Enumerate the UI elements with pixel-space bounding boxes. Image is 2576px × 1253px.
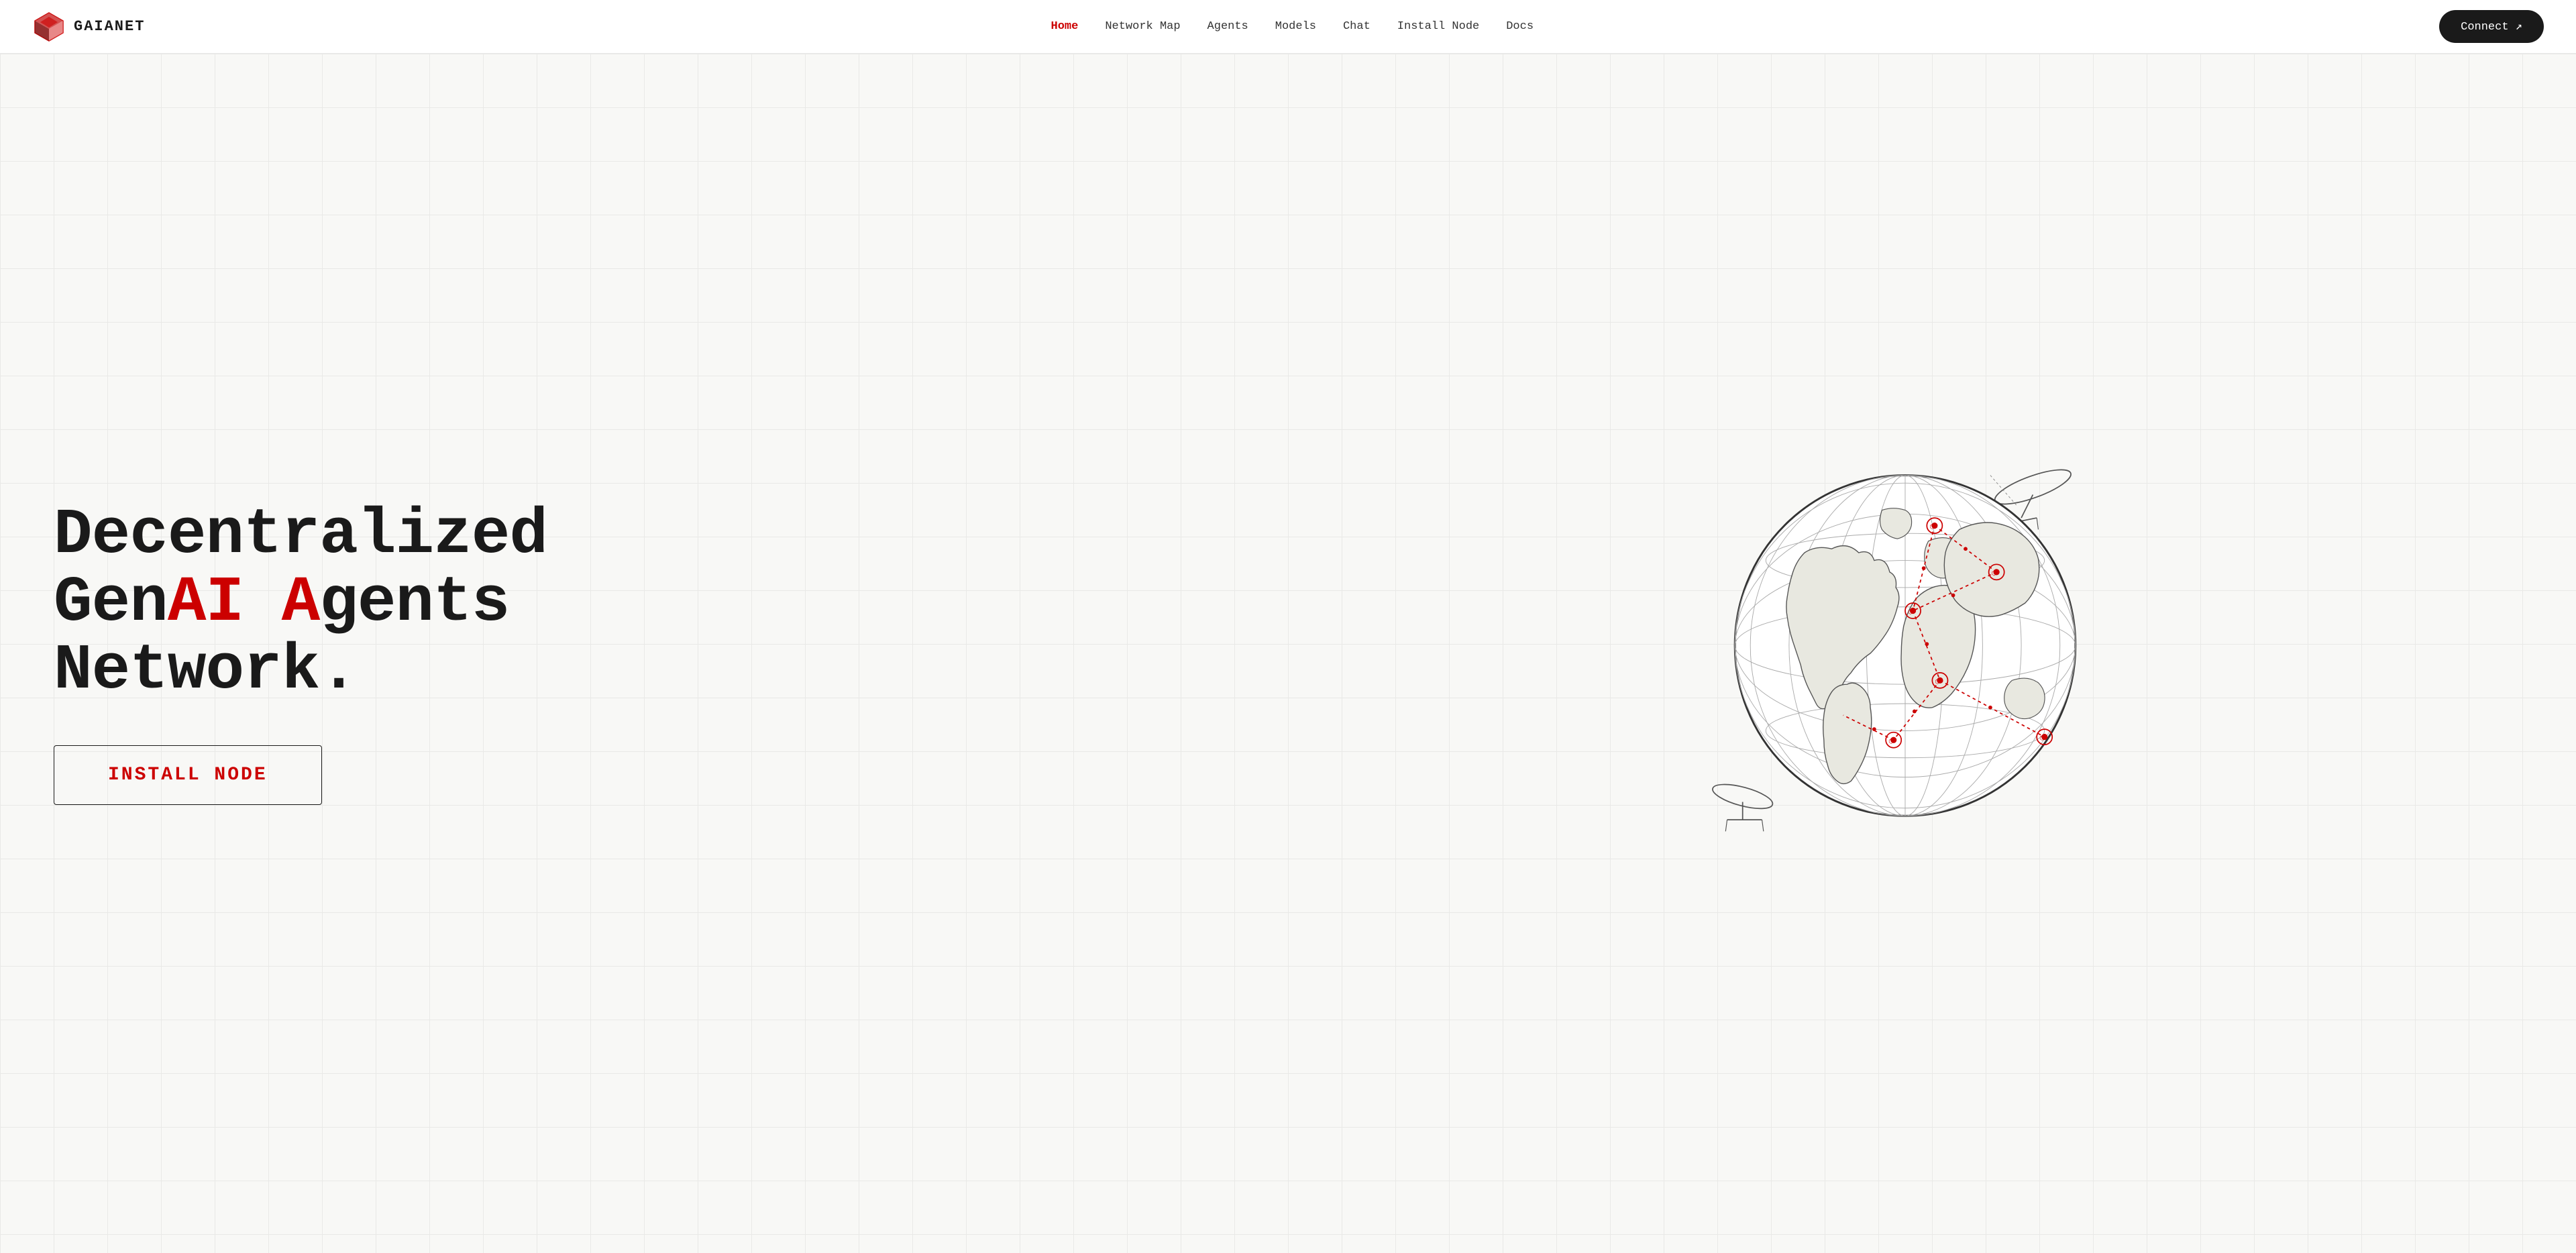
globe-container: ⬡ ⬡ ⬡ ⬡ ⬡ ⬡ <box>1704 452 2106 855</box>
nav-item-home[interactable]: Home <box>1051 20 1079 33</box>
logo-area[interactable]: GAIANET <box>32 10 145 44</box>
hero-agents-suffix: gents <box>319 566 509 639</box>
hero-content: Decentralized GenAI Agents Network. INST… <box>54 502 1288 804</box>
svg-text:⬡: ⬡ <box>1929 523 1935 531</box>
hero-genai-prefix: Gen <box>54 566 168 639</box>
svg-text:⬡: ⬡ <box>1908 608 1913 616</box>
nav-item-network-map[interactable]: Network Map <box>1105 20 1180 33</box>
nav-link-network-map[interactable]: Network Map <box>1105 20 1180 33</box>
logo-text: GAIANET <box>74 18 145 35</box>
navbar: GAIANET Home Network Map Agents Models C… <box>0 0 2576 54</box>
globe-svg: ⬡ ⬡ ⬡ ⬡ ⬡ ⬡ <box>1704 452 2106 855</box>
nav-links: Home Network Map Agents Models Chat Inst… <box>1051 20 1534 33</box>
satellite-bottom <box>1711 779 1775 831</box>
nav-item-install-node[interactable]: Install Node <box>1397 20 1479 33</box>
connect-button[interactable]: Connect ↗ <box>2439 10 2544 43</box>
nav-link-agents[interactable]: Agents <box>1208 20 1248 33</box>
install-node-button[interactable]: INSTALL NODE <box>54 745 322 805</box>
hero-section: Decentralized GenAI Agents Network. INST… <box>0 54 2576 1253</box>
nav-item-chat[interactable]: Chat <box>1343 20 1371 33</box>
hero-title-line3: Network. <box>54 634 358 707</box>
svg-text:⬡: ⬡ <box>1992 569 1997 577</box>
logo-icon <box>32 10 66 44</box>
hero-visual: ⬡ ⬡ ⬡ ⬡ ⬡ ⬡ <box>1288 452 2522 855</box>
hero-agents-highlight: A <box>282 566 320 639</box>
nav-item-docs[interactable]: Docs <box>1506 20 1534 33</box>
svg-text:⬡: ⬡ <box>1935 678 1940 686</box>
nav-item-agents[interactable]: Agents <box>1208 20 1248 33</box>
svg-text:⬡: ⬡ <box>2039 734 2045 742</box>
nav-link-chat[interactable]: Chat <box>1343 20 1371 33</box>
nav-link-home[interactable]: Home <box>1051 20 1079 33</box>
hero-title-line1: Decentralized <box>54 498 547 571</box>
nav-link-docs[interactable]: Docs <box>1506 20 1534 33</box>
nav-link-install-node[interactable]: Install Node <box>1397 20 1479 33</box>
hero-title-line2: GenAI Agents <box>54 566 509 639</box>
hero-title: Decentralized GenAI Agents Network. <box>54 502 1288 704</box>
svg-text:⬡: ⬡ <box>1888 738 1894 745</box>
nav-item-models[interactable]: Models <box>1275 20 1316 33</box>
hero-genai-highlight1: AI <box>168 566 244 639</box>
nav-link-models[interactable]: Models <box>1275 20 1316 33</box>
